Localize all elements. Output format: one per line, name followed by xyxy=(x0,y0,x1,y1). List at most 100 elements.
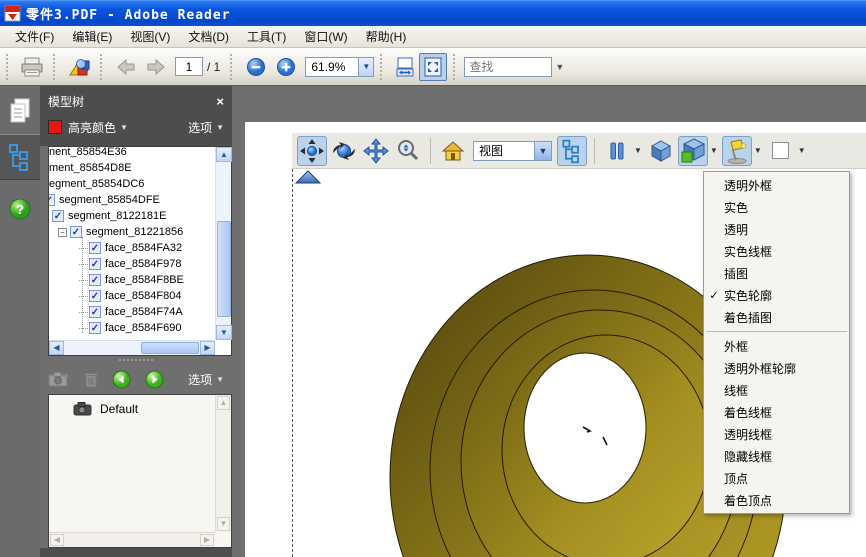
views-horizontal-scrollbar[interactable]: ◀ ▶ xyxy=(49,532,215,547)
menubar-item-1[interactable]: 编辑(E) xyxy=(63,26,121,47)
spin-tool-button[interactable] xyxy=(329,136,359,166)
render-mode-menu-item[interactable]: 实色 xyxy=(704,196,849,218)
title-bar[interactable]: 零件3.PDF - Adobe Reader xyxy=(0,0,866,26)
pan-tool-button[interactable] xyxy=(361,136,391,166)
tree-row[interactable]: ✓ face_8584F804 xyxy=(49,288,215,304)
highlight-color-label[interactable]: 高亮颜色 xyxy=(68,119,116,136)
visibility-checkbox[interactable]: ✓ xyxy=(89,290,101,302)
menubar-item-6[interactable]: 帮助(H) xyxy=(357,26,416,47)
menubar-item-4[interactable]: 工具(T) xyxy=(238,26,295,47)
tree-row[interactable]: ✓ face_8584F978 xyxy=(49,256,215,272)
tree-row[interactable]: ✓ segment_8122181E xyxy=(49,208,215,224)
find-input[interactable] xyxy=(464,56,553,77)
tree-row[interactable]: − ✓ segment_81221856 xyxy=(49,224,215,240)
tree-row[interactable]: nent_85854E36 xyxy=(49,144,215,160)
visibility-checkbox[interactable]: ✓ xyxy=(89,258,101,270)
find-dropdown-button[interactable]: ▼ xyxy=(555,62,564,72)
model-tree-panel-button[interactable] xyxy=(0,134,40,180)
default-view-button[interactable] xyxy=(438,136,468,166)
highlight-color-swatch[interactable] xyxy=(48,120,62,134)
search-button[interactable] xyxy=(64,52,94,82)
views-combobox[interactable]: 视图 ▼ xyxy=(473,140,552,161)
zoom-level-combobox[interactable]: 61.9% xyxy=(305,56,360,77)
render-mode-menu-item[interactable]: 隐藏线框 xyxy=(704,445,849,467)
views-vertical-scrollbar[interactable]: ▲ ▼ xyxy=(215,395,231,532)
animation-pause-button[interactable] xyxy=(602,136,632,166)
zoom-out-button[interactable] xyxy=(241,52,271,82)
scroll-right-icon[interactable]: ▶ xyxy=(200,534,214,546)
render-mode-menu-item[interactable]: 透明线框 xyxy=(704,423,849,445)
render-mode-menu-item[interactable]: 插图 xyxy=(704,262,849,284)
visibility-checkbox[interactable]: ✓ xyxy=(49,194,55,206)
help-button[interactable]: ? xyxy=(0,194,40,224)
visibility-checkbox[interactable]: ✓ xyxy=(70,226,82,238)
views-options-button[interactable]: 选项 xyxy=(188,371,212,388)
tree-row[interactable]: ment_85854D8E xyxy=(49,160,215,176)
render-mode-menu-item[interactable]: 透明外框 xyxy=(704,174,849,196)
print-button[interactable] xyxy=(17,52,47,82)
fit-page-button[interactable] xyxy=(419,52,448,81)
rotate-tool-button[interactable] xyxy=(297,135,327,166)
render-mode-menu-item[interactable]: 透明 xyxy=(704,218,849,240)
render-mode-menu-item[interactable]: 外框 xyxy=(704,335,849,357)
scroll-left-icon[interactable]: ◀ xyxy=(50,534,64,546)
tree-row[interactable]: ✓ segment_85854DFE xyxy=(49,192,215,208)
render-mode-menu-item[interactable]: 顶点 xyxy=(704,467,849,489)
visibility-checkbox[interactable]: ✓ xyxy=(52,210,64,222)
scroll-up-icon[interactable]: ▲ xyxy=(216,147,232,162)
tree-row[interactable]: ✓ face_8584F8BE xyxy=(49,272,215,288)
tree-options-button[interactable]: 选项 xyxy=(188,119,212,136)
chevron-down-icon[interactable]: ▼ xyxy=(634,146,642,155)
render-mode-menu-item[interactable]: 线框 xyxy=(704,379,849,401)
chevron-down-icon[interactable]: ▼ xyxy=(710,146,718,155)
render-mode-button[interactable] xyxy=(677,135,708,166)
tree-horizontal-scrollbar[interactable]: ◀ ▶ xyxy=(49,340,215,355)
close-panel-button[interactable]: × xyxy=(216,94,224,109)
view-list-item[interactable]: Default xyxy=(49,399,231,419)
visibility-checkbox[interactable]: ✓ xyxy=(89,242,101,254)
chevron-down-icon[interactable]: ▼ xyxy=(754,146,762,155)
next-view-button[interactable] xyxy=(145,370,164,389)
pages-panel-button[interactable] xyxy=(0,94,40,128)
delete-view-button[interactable] xyxy=(84,371,98,388)
chevron-down-icon[interactable]: ▼ xyxy=(798,146,806,155)
render-mode-menu-item[interactable]: 着色顶点 xyxy=(704,489,849,511)
background-color-button[interactable] xyxy=(766,136,796,166)
next-page-button[interactable] xyxy=(141,52,171,82)
expander-minus-icon[interactable]: − xyxy=(58,227,67,237)
scroll-right-icon[interactable]: ▶ xyxy=(200,341,215,355)
tree-row[interactable]: ✓ face_8584F74A xyxy=(49,304,215,320)
lighting-button[interactable] xyxy=(721,135,752,166)
previous-page-button[interactable] xyxy=(111,52,141,82)
menubar-item-0[interactable]: 文件(F) xyxy=(6,26,63,47)
fit-width-button[interactable] xyxy=(391,53,419,81)
visibility-checkbox[interactable]: ✓ xyxy=(89,322,101,334)
views-combobox-button[interactable]: ▼ xyxy=(535,140,552,161)
menubar-item-5[interactable]: 窗口(W) xyxy=(295,26,356,47)
visibility-checkbox[interactable]: ✓ xyxy=(89,274,101,286)
zoom-tool-button[interactable] xyxy=(393,136,423,166)
render-mode-menu-item[interactable]: 着色插图 xyxy=(704,306,849,328)
toggle-model-tree-button[interactable] xyxy=(557,135,587,166)
zoom-in-button[interactable] xyxy=(271,52,301,82)
tree-row[interactable]: ✓ face_8584FA32 xyxy=(49,240,215,256)
projection-button[interactable] xyxy=(646,136,676,166)
render-mode-menu-item[interactable]: 实色线框 xyxy=(704,240,849,262)
render-mode-menu-item[interactable]: ✓ 实色轮廓 xyxy=(704,284,849,306)
tree-row[interactable]: ✓ face_8584F690 xyxy=(49,320,215,336)
visibility-checkbox[interactable]: ✓ xyxy=(89,306,101,318)
render-mode-menu-item[interactable]: 着色线框 xyxy=(704,401,849,423)
collapse-3d-toolbar-button[interactable] xyxy=(295,170,321,185)
scrollbar-thumb[interactable] xyxy=(217,221,231,317)
zoom-dropdown-button[interactable]: ▼ xyxy=(359,56,375,77)
panel-splitter[interactable] xyxy=(40,356,232,364)
scroll-left-icon[interactable]: ◀ xyxy=(49,341,64,355)
scroll-up-icon[interactable]: ▲ xyxy=(217,396,230,410)
tree-row[interactable]: egment_85854DC6 xyxy=(49,176,215,192)
tree-vertical-scrollbar[interactable]: ▲ ▼ xyxy=(215,147,232,340)
previous-view-button[interactable] xyxy=(112,370,131,389)
scroll-down-icon[interactable]: ▼ xyxy=(216,325,232,340)
page-number-input[interactable] xyxy=(175,57,203,76)
menubar-item-2[interactable]: 视图(V) xyxy=(121,26,179,47)
create-view-button[interactable] xyxy=(48,371,70,387)
